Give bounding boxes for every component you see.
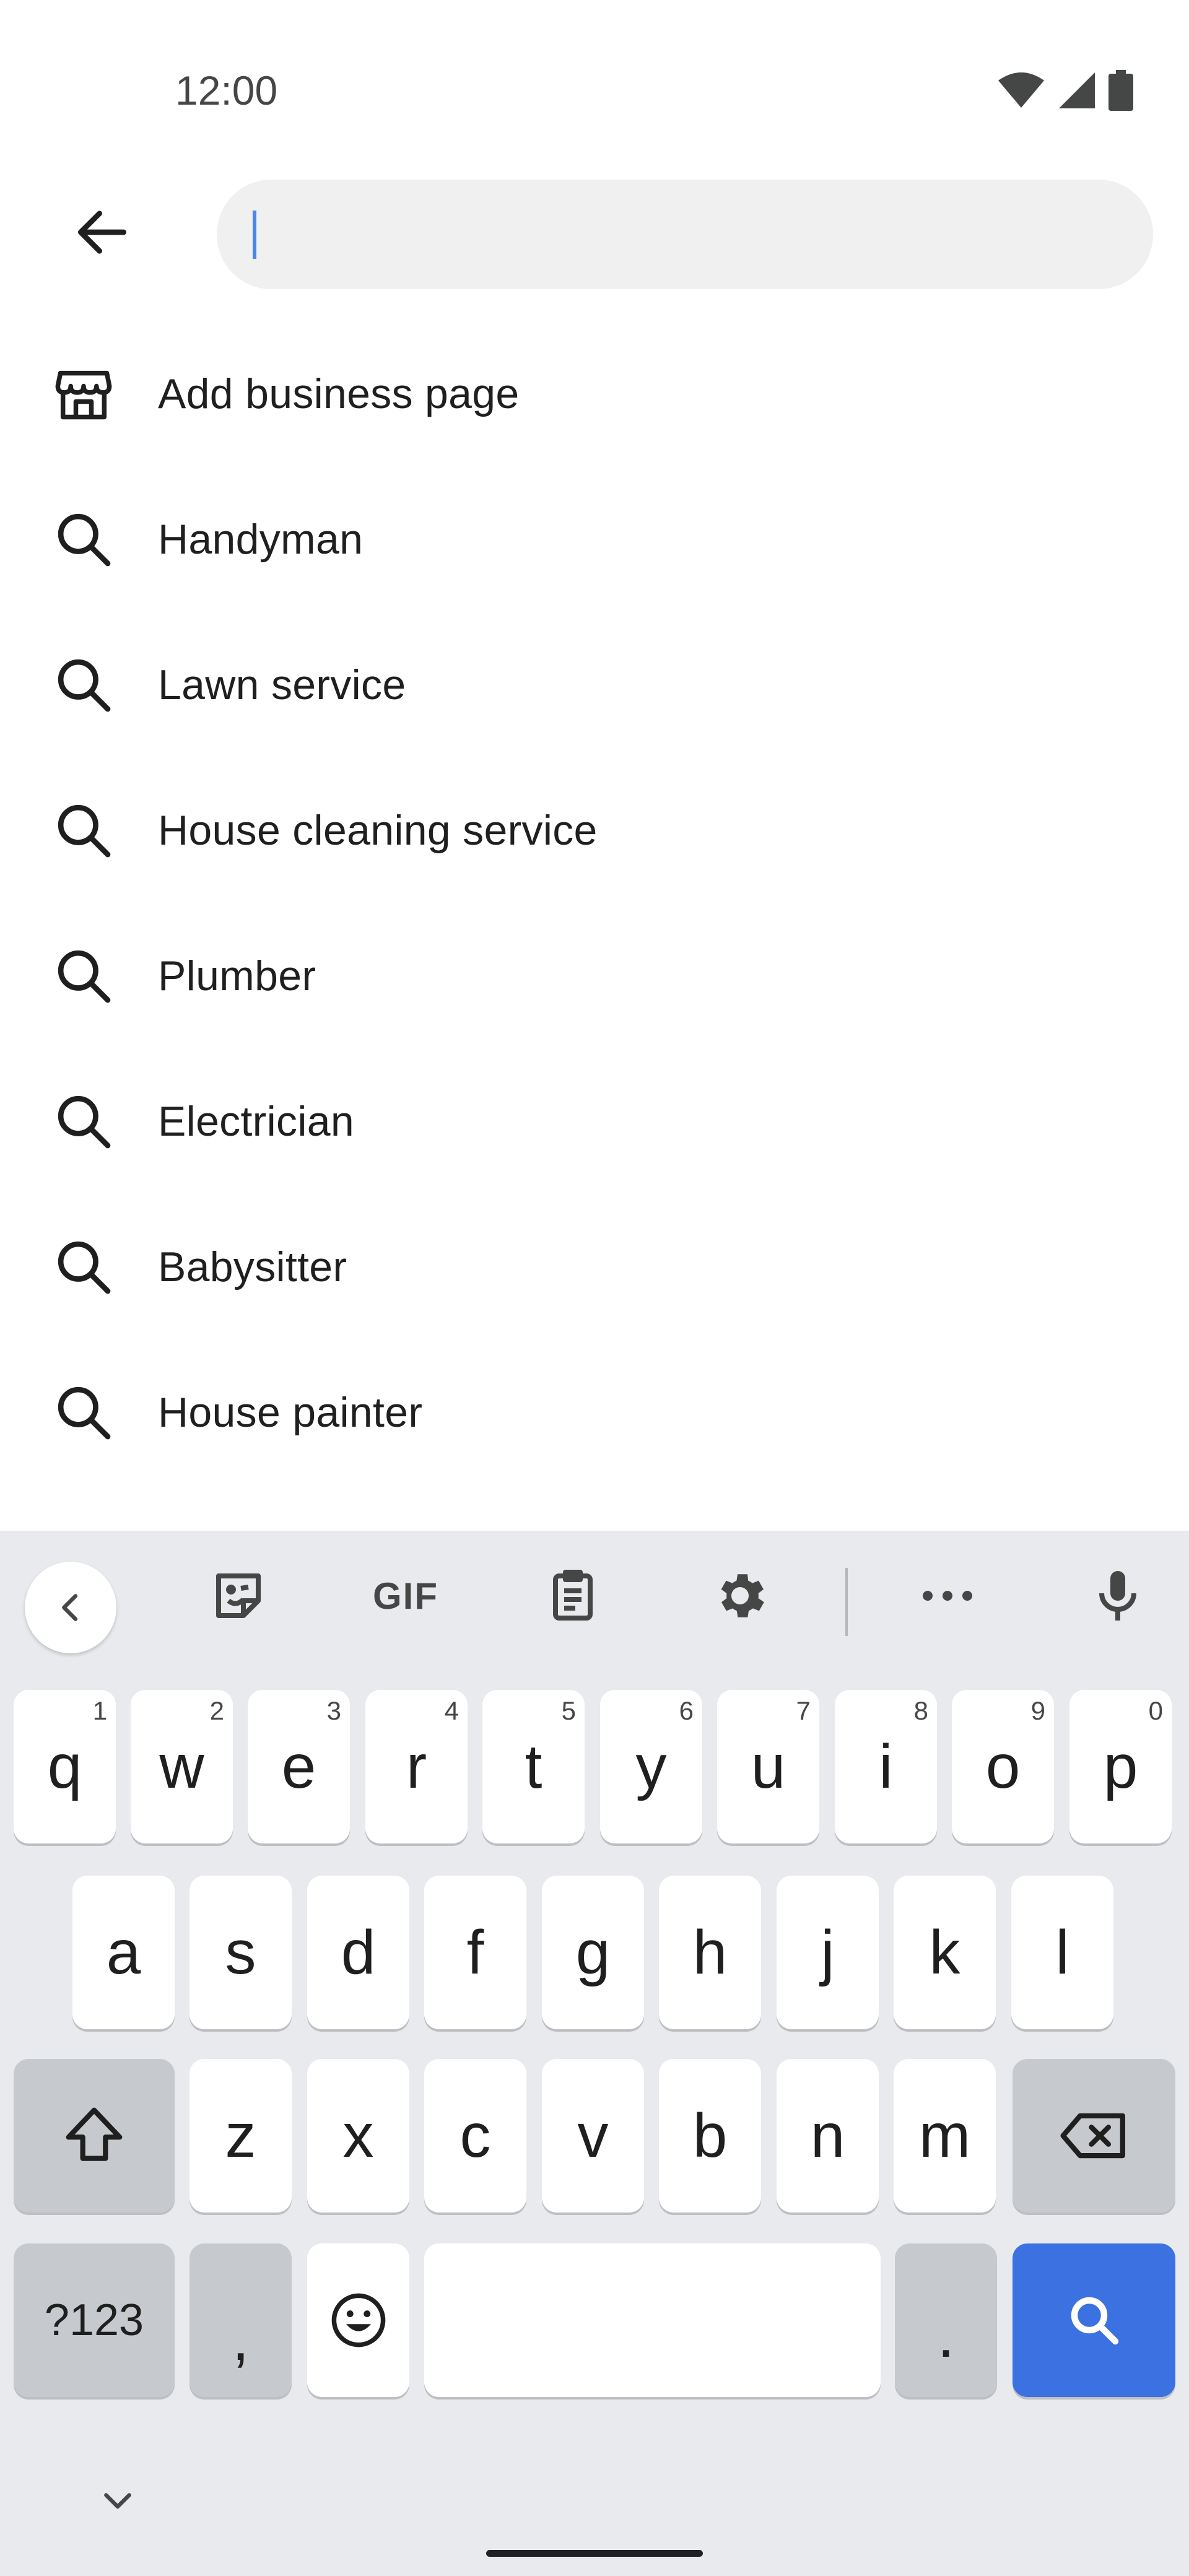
sticker-button[interactable] [198,1559,279,1633]
key-q[interactable]: 1q [14,1690,116,1843]
space-key[interactable] [424,2243,881,2397]
key-k[interactable]: k [894,1876,996,2029]
settings-gear-icon [721,1574,764,1617]
shift-icon [66,2107,123,2161]
cell-signal-icon [1059,72,1095,108]
key-w[interactable]: 2w [131,1690,233,1843]
period-key[interactable]: . [895,2243,997,2397]
keyboard: GIF [0,1531,1189,2576]
backspace-key[interactable] [1013,2059,1175,2213]
key-r[interactable]: 4r [365,1690,468,1843]
key-d[interactable]: d [307,1876,409,2029]
suggestion-item[interactable]: Handyman [0,466,1189,612]
voice-input-button[interactable] [1078,1559,1158,1633]
key-l[interactable]: l [1011,1876,1113,2029]
search-icon [50,505,118,573]
key-v[interactable]: v [542,2059,644,2213]
key-s[interactable]: s [189,1876,292,2029]
more-button[interactable] [907,1559,988,1633]
search-icon [50,1378,118,1447]
key-f[interactable]: f [424,1876,526,2029]
add-business-page-item[interactable]: Add business page [0,321,1189,466]
shift-key[interactable] [14,2059,175,2213]
toolbar-divider [845,1568,848,1636]
key-u[interactable]: 7u [717,1690,819,1843]
sticker-icon [216,1573,261,1618]
status-time: 12:00 [175,67,278,113]
key-j[interactable]: j [777,1876,879,2029]
gif-icon: GIF [373,1575,438,1617]
key-x[interactable]: x [307,2059,409,2213]
key-c[interactable]: c [424,2059,526,2213]
key-o[interactable]: 9o [952,1690,1054,1843]
microphone-icon [1099,1571,1136,1621]
key-a[interactable]: a [72,1876,175,2029]
wifi-icon [998,72,1044,108]
suggestion-label: Plumber [158,952,316,999]
gesture-home-bar[interactable] [486,2550,703,2557]
suggestion-label: House painter [158,1388,423,1436]
keyboard-toolbar: GIF [0,1531,1189,1661]
key-m[interactable]: m [894,2059,996,2213]
search-icon [50,651,118,719]
suggestion-list: Add business page Handyman Lawn service … [0,248,1189,1531]
suggestion-item[interactable]: Babysitter [0,1194,1189,1339]
hide-keyboard-button[interactable] [90,2474,146,2530]
suggestion-item[interactable]: House painter [0,1339,1189,1485]
suggestion-label: Add business page [158,370,520,417]
key-h[interactable]: h [659,1876,761,2029]
settings-button[interactable] [700,1559,780,1633]
suggestion-item[interactable]: Electrician [0,1048,1189,1194]
search-action-key[interactable] [1013,2243,1175,2397]
collapse-toolbar-button[interactable] [25,1562,116,1653]
clipboard-button[interactable] [533,1559,613,1633]
battery-icon [1108,69,1133,111]
suggestion-label: Lawn service [158,661,406,708]
suggestion-item-partial[interactable] [0,1485,1189,1531]
key-e[interactable]: 3e [248,1690,350,1843]
suggestion-label: Electrician [158,1097,354,1145]
search-icon [50,1087,118,1155]
key-n[interactable]: n [777,2059,879,2213]
key-t[interactable]: 5t [482,1690,585,1843]
chevron-down-icon [104,2493,131,2509]
symbols-key[interactable]: ?123 [14,2243,175,2397]
key-g[interactable]: g [542,1876,644,2029]
search-icon [50,1524,118,1531]
key-b[interactable]: b [659,2059,761,2213]
key-y[interactable]: 6y [600,1690,702,1843]
search-icon [50,1233,118,1301]
suggestion-item[interactable]: House cleaning service [0,757,1189,903]
gif-button[interactable]: GIF [362,1559,449,1633]
key-i[interactable]: 8i [835,1690,937,1843]
suggestion-item[interactable]: Lawn service [0,612,1189,757]
key-z[interactable]: z [189,2059,292,2213]
search-icon [50,942,118,1010]
key-p[interactable]: 0p [1069,1690,1172,1843]
suggestion-label: Babysitter [158,1243,347,1290]
emoji-key[interactable] [307,2243,409,2397]
backspace-icon [1060,2113,1125,2159]
suggestion-item[interactable]: Plumber [0,903,1189,1048]
storefront-icon [50,360,118,428]
emoji-icon [331,2293,385,2348]
search-icon [50,796,118,864]
comma-key[interactable]: , [189,2243,292,2397]
search-icon [1071,2297,1118,2345]
suggestion-label: Handyman [158,515,364,563]
chevron-left-icon [62,1594,78,1621]
status-icons [997,67,1133,113]
clipboard-icon [553,1570,593,1621]
suggestion-label: House cleaning service [158,806,598,854]
more-icon [923,1591,972,1601]
